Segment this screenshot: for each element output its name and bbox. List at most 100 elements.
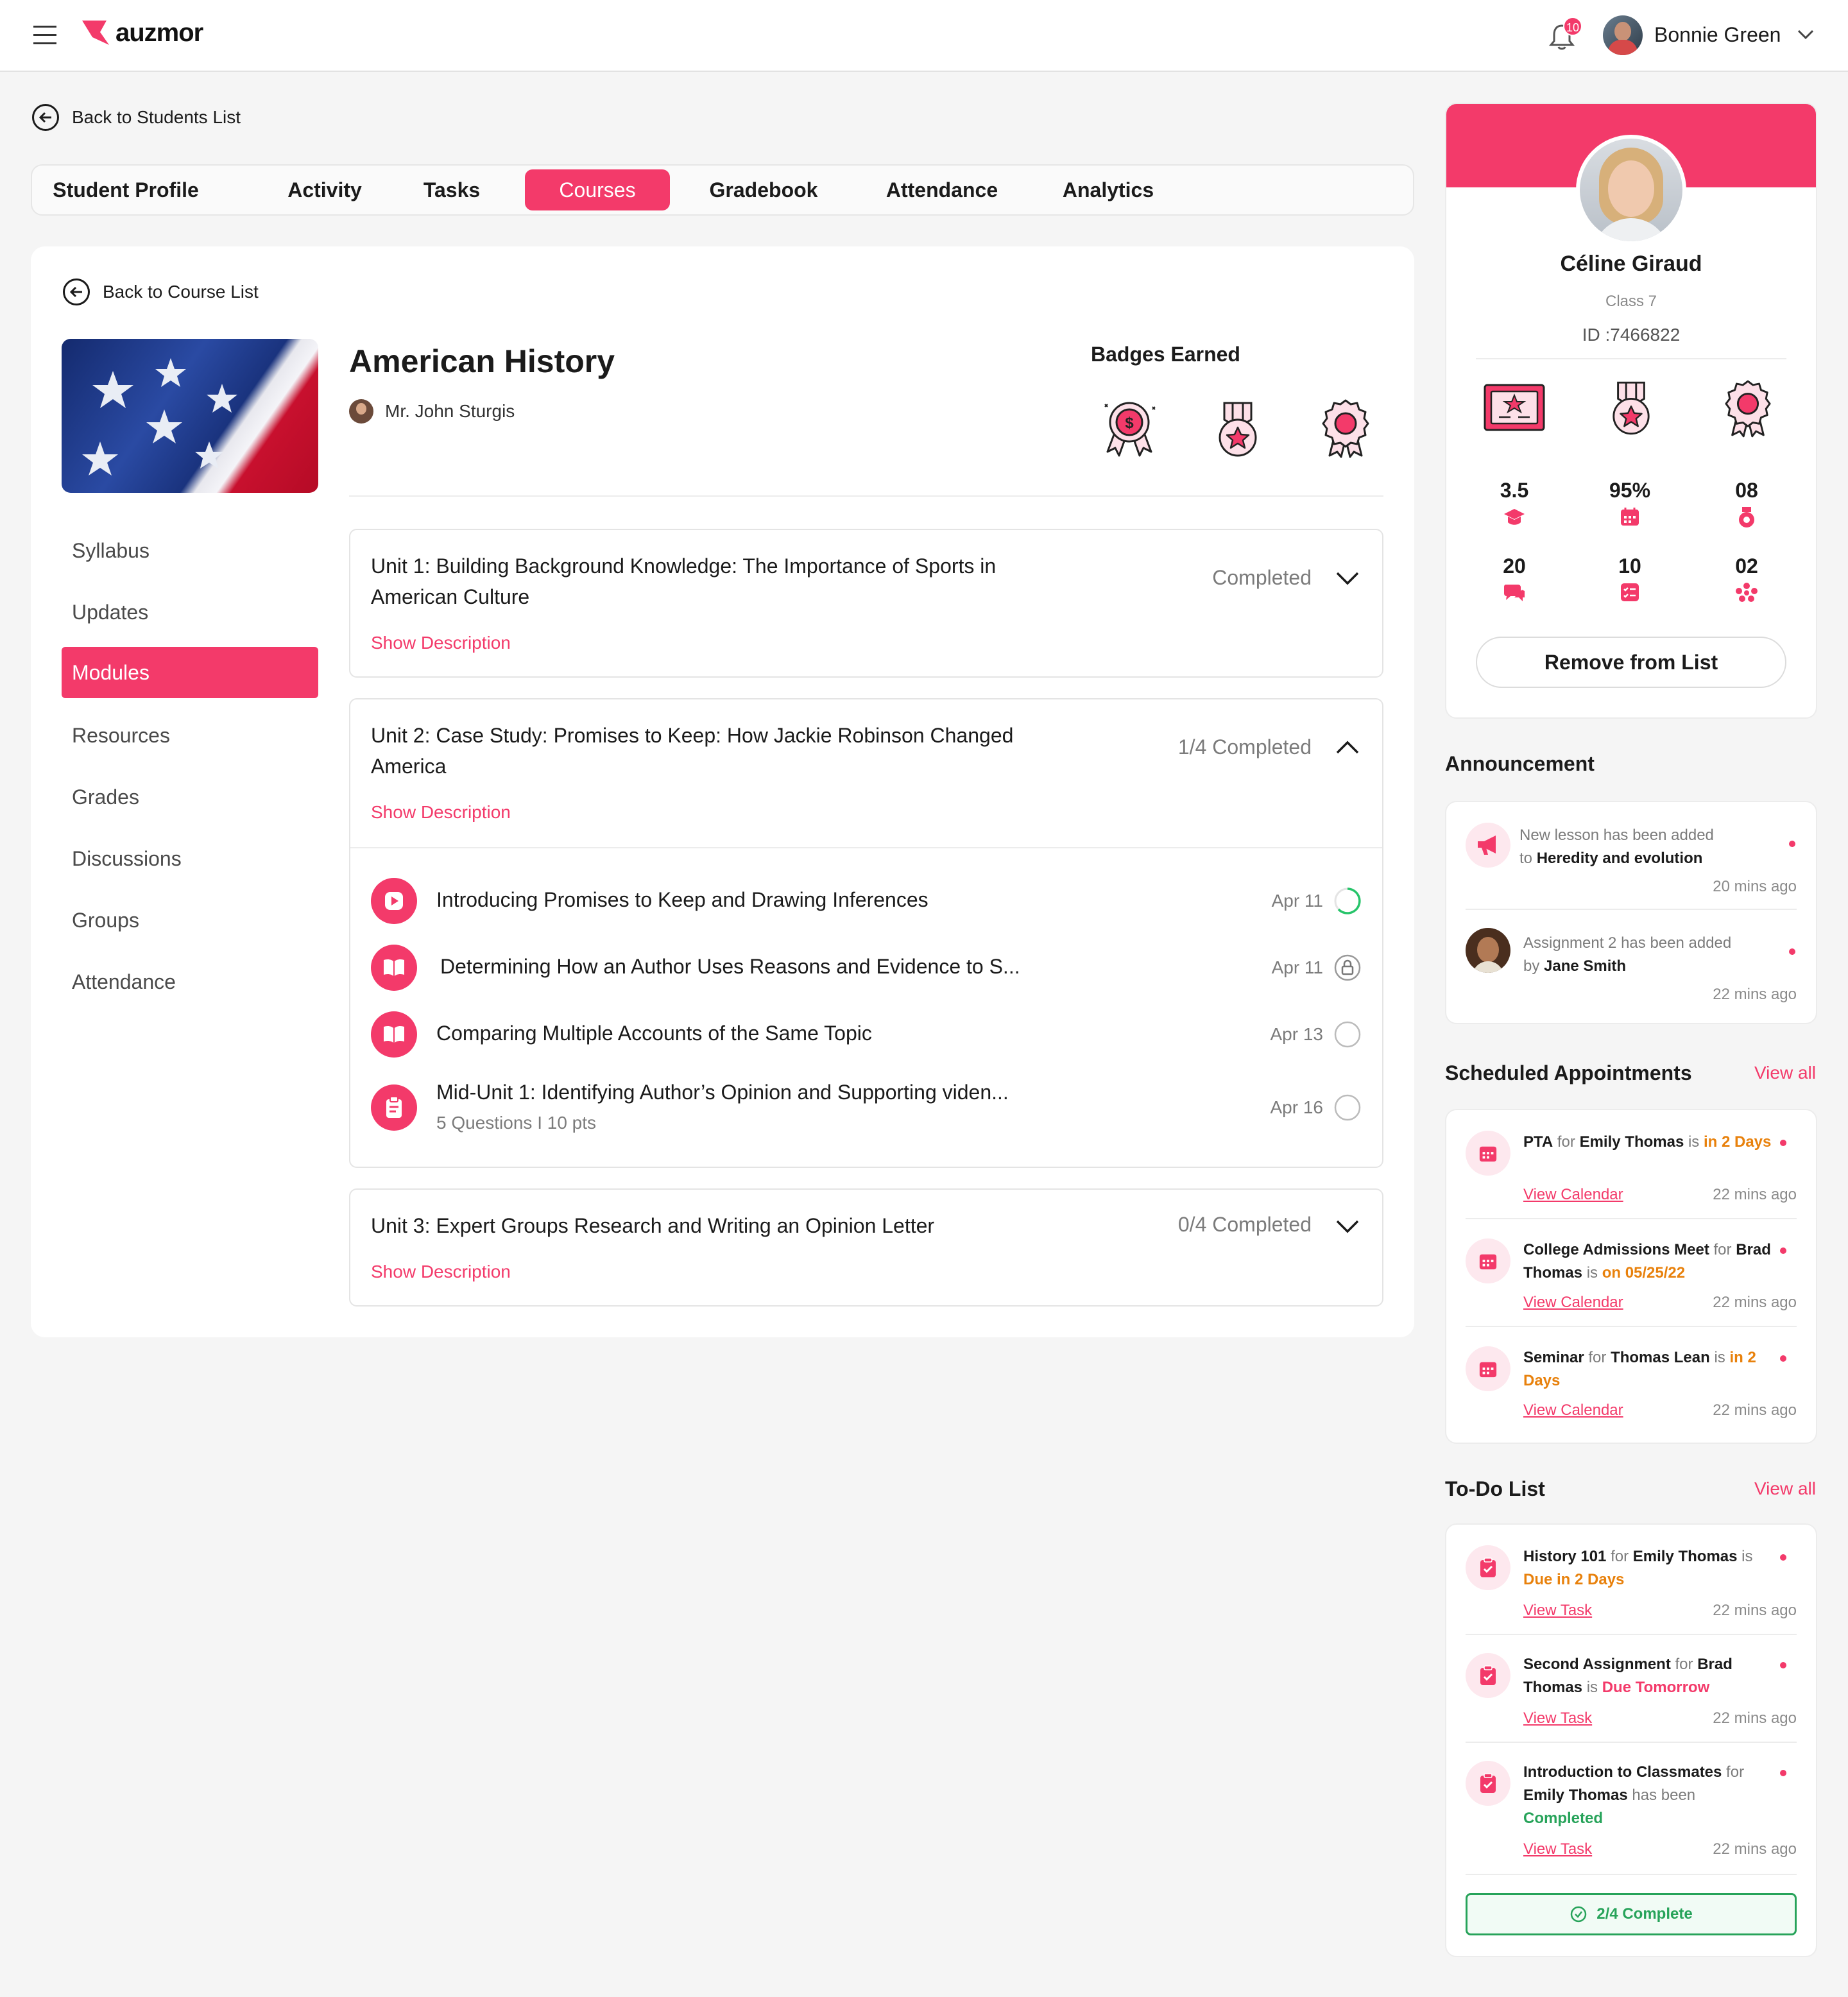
announcement-item[interactable]: New lesson has been added to Heredity an… (1519, 824, 1763, 870)
tab-analytics[interactable]: Analytics (1054, 169, 1163, 210)
book-icon (371, 945, 417, 991)
sidebar-item-syllabus[interactable]: Syllabus (62, 525, 318, 576)
student-avatar (1576, 135, 1686, 245)
view-task-link[interactable]: View Task (1523, 1710, 1592, 1727)
back-to-course-link[interactable]: Back to Course List (63, 279, 259, 305)
view-task-link[interactable]: View Task (1523, 1840, 1592, 1858)
stat-value: 10 (1618, 554, 1641, 578)
appointment-event: PTA (1523, 1133, 1553, 1151)
todo-task: Introduction to Classmates (1523, 1763, 1722, 1781)
sidebar-item-grades[interactable]: Grades (62, 771, 318, 823)
sidebar-item-attendance[interactable]: Attendance (62, 956, 318, 1007)
profile-divider (1476, 358, 1786, 359)
appointment-divider (1466, 1326, 1797, 1327)
back-to-students-label: Back to Students List (72, 107, 241, 127)
remove-from-list-button[interactable]: Remove from List (1476, 637, 1786, 688)
user-name[interactable]: Bonnie Green (1654, 23, 1781, 47)
tab-gradebook[interactable]: Gradebook (699, 169, 828, 210)
todo-item[interactable]: Introduction to Classmates for Emily Tho… (1523, 1761, 1774, 1830)
tab-courses[interactable]: Courses (525, 169, 670, 210)
sidebar-item-updates[interactable]: Updates (62, 587, 318, 638)
todo-view-all-link[interactable]: View all (1754, 1478, 1816, 1499)
lesson-title[interactable]: Mid-Unit 1: Identifying Author’s Opinion… (436, 1081, 1009, 1104)
tab-activity[interactable]: Activity (273, 169, 376, 210)
chevron-down-icon[interactable] (1797, 28, 1815, 41)
announcement-divider (1466, 909, 1797, 910)
unit-divider (350, 847, 1382, 848)
unread-dot (1789, 841, 1795, 847)
unit-status: 1/4 Completed (1177, 735, 1312, 759)
back-to-students-link[interactable]: Back to Students List (32, 104, 241, 131)
todo-person: Emily Thomas (1632, 1548, 1738, 1565)
announcement-connector: by (1523, 957, 1544, 975)
chevron-down-icon[interactable] (1335, 1218, 1360, 1235)
appointment-time: 22 mins ago (1713, 1294, 1797, 1311)
chevron-up-icon[interactable] (1335, 739, 1360, 756)
group-icon (1736, 583, 1758, 602)
star-medal-icon (1219, 402, 1257, 457)
menu-icon[interactable] (33, 26, 56, 45)
stat-messages: 20 (1482, 554, 1546, 603)
appointment-time: 22 mins ago (1713, 1401, 1797, 1419)
unit-2[interactable]: Unit 2: Case Study: Promises to Keep: Ho… (349, 698, 1383, 1168)
todo-time: 22 mins ago (1713, 1710, 1797, 1727)
notification-bell[interactable]: 10 (1548, 17, 1582, 51)
user-avatar[interactable] (1603, 15, 1643, 55)
sidebar-item-resources[interactable]: Resources (62, 710, 318, 761)
appointment-for: for (1557, 1133, 1575, 1151)
todo-divider (1466, 1874, 1797, 1875)
announcement-item[interactable]: Assignment 2 has been added by Jane Smit… (1523, 932, 1767, 978)
todo-divider (1466, 1742, 1797, 1743)
unit-3[interactable]: Unit 3: Expert Groups Research and Writi… (349, 1188, 1383, 1307)
show-description-link[interactable]: Show Description (371, 802, 511, 823)
view-calendar-link[interactable]: View Calendar (1523, 1294, 1623, 1312)
appointment-event: College Admissions Meet (1523, 1241, 1709, 1258)
appointments-view-all-link[interactable]: View all (1754, 1063, 1816, 1083)
back-to-course-label: Back to Course List (103, 282, 259, 302)
chevron-down-icon[interactable] (1335, 570, 1360, 587)
sidebar-item-groups[interactable]: Groups (62, 895, 318, 946)
unread-dot (1780, 1770, 1786, 1776)
book-icon (371, 1011, 417, 1058)
todo-complete-button[interactable]: 2/4 Complete (1466, 1893, 1797, 1935)
sidebar-item-modules[interactable]: Modules (62, 647, 318, 698)
lesson-title[interactable]: Determining How an Author Uses Reasons a… (440, 955, 1020, 979)
todo-item[interactable]: History 101 for Emily Thomas is Due in 2… (1523, 1545, 1774, 1591)
check-circle-icon (1571, 1906, 1587, 1923)
appointment-item[interactable]: College Admissions Meet for Brad Thomas … (1523, 1238, 1774, 1285)
flag-stars-icon (82, 358, 237, 476)
badge-icon (1739, 507, 1754, 527)
appointment-when: on 05/25/22 (1602, 1264, 1686, 1281)
todo-time: 22 mins ago (1713, 1602, 1797, 1619)
show-description-link[interactable]: Show Description (371, 1262, 511, 1282)
course-image (62, 339, 318, 493)
tab-tasks[interactable]: Tasks (413, 169, 490, 210)
lesson-title[interactable]: Comparing Multiple Accounts of the Same … (436, 1022, 872, 1045)
announcement-text: New lesson has been added (1519, 827, 1714, 844)
todo-item[interactable]: Second Assignment for Brad Thomas is Due… (1523, 1653, 1774, 1699)
unread-dot (1780, 1554, 1786, 1561)
appointment-item[interactable]: PTA for Emily Thomas is in 2 Days (1523, 1131, 1774, 1154)
sidebar-item-discussions[interactable]: Discussions (62, 833, 318, 884)
lesson-title[interactable]: Introducing Promises to Keep and Drawing… (436, 888, 928, 912)
megaphone-icon (1466, 823, 1510, 868)
unit-1[interactable]: Unit 1: Building Background Knowledge: T… (349, 529, 1383, 678)
tab-student-profile[interactable]: Student Profile (49, 169, 203, 210)
view-task-link[interactable]: View Task (1523, 1602, 1592, 1620)
stat-value: 95% (1609, 479, 1651, 502)
todo-task: History 101 (1523, 1548, 1607, 1565)
progress-ring-icon (1334, 887, 1361, 914)
show-description-link[interactable]: Show Description (371, 633, 511, 653)
announcement-connector: to (1519, 850, 1537, 867)
appointment-when: in 2 Days (1703, 1133, 1772, 1151)
stat-value: 3.5 (1500, 479, 1529, 502)
rosette-badge-icon (1725, 380, 1771, 438)
view-calendar-link[interactable]: View Calendar (1523, 1401, 1623, 1419)
tab-attendance[interactable]: Attendance (878, 169, 1006, 210)
appointment-event: Seminar (1523, 1349, 1584, 1366)
appointment-item[interactable]: Seminar for Thomas Lean is in 2 Days (1523, 1346, 1774, 1393)
brand-logo[interactable]: auzmor (81, 18, 203, 47)
unread-dot (1789, 948, 1795, 955)
todo-title: To-Do List (1445, 1477, 1545, 1500)
view-calendar-link[interactable]: View Calendar (1523, 1186, 1623, 1204)
